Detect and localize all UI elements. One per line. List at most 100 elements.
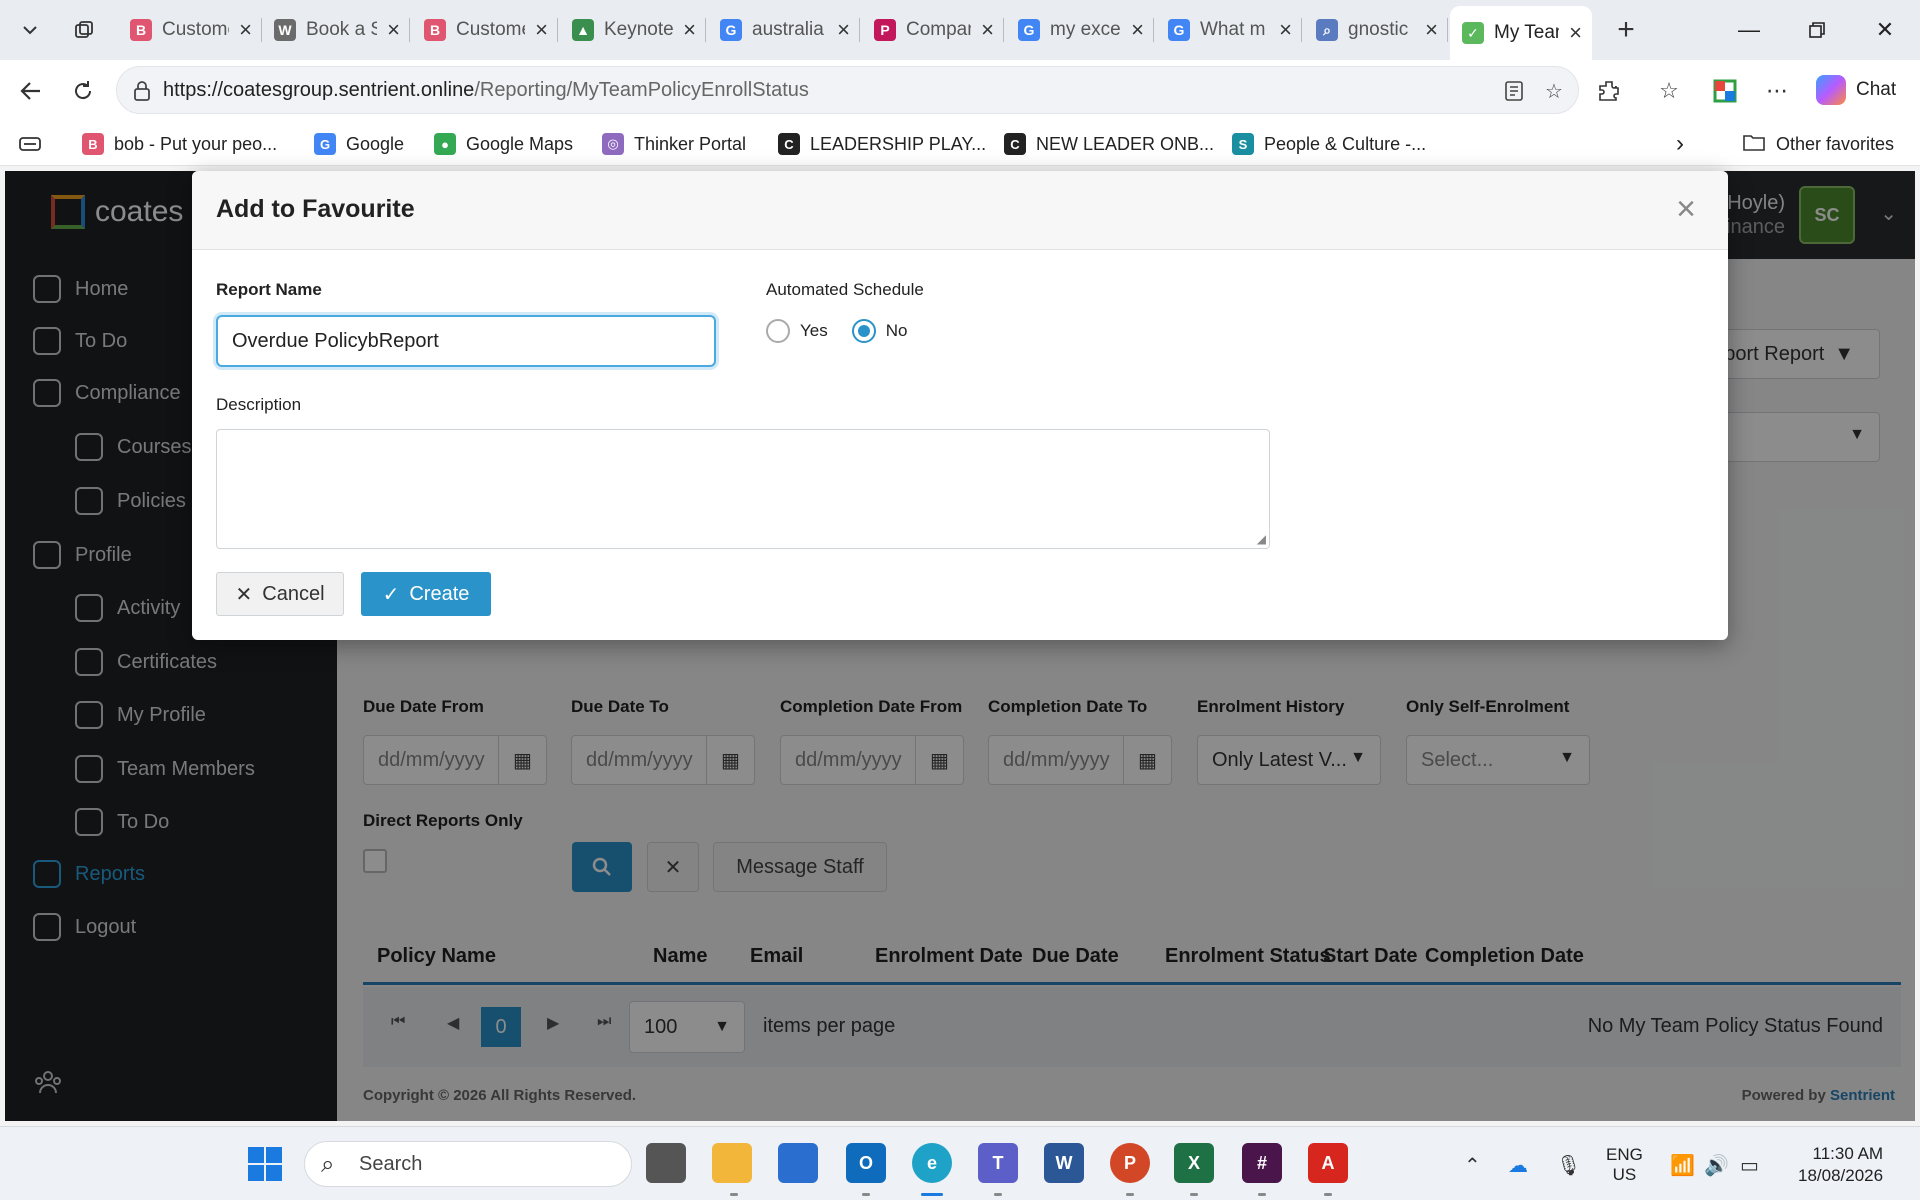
microsoft-store-icon[interactable] xyxy=(778,1143,818,1183)
acrobat-icon[interactable]: A xyxy=(1308,1143,1348,1183)
browser-tab[interactable]: Gmy excel × xyxy=(1006,8,1154,52)
onedrive-icon[interactable]: ☁ xyxy=(1508,1153,1528,1178)
tab-close-icon[interactable]: × xyxy=(1131,17,1144,43)
description-label: Description xyxy=(216,395,302,414)
tab-title: What m xyxy=(1200,19,1266,40)
browser-tab[interactable]: W Book a Se × xyxy=(262,8,410,52)
lang-line1: ENG xyxy=(1606,1145,1643,1164)
new-tab-icon[interactable]: + xyxy=(1606,10,1646,50)
system-clock[interactable]: 11:30 AM 18/08/2026 xyxy=(1798,1143,1883,1187)
tab-close-icon[interactable]: × xyxy=(981,17,994,43)
favorites-icon[interactable]: ☆ xyxy=(1652,74,1686,108)
word-icon[interactable]: W xyxy=(1044,1143,1084,1183)
language-indicator[interactable]: ENG US xyxy=(1606,1145,1643,1185)
tab-close-icon[interactable]: × xyxy=(683,17,696,43)
create-button[interactable]: ✓ Create xyxy=(361,572,491,616)
close-icon[interactable]: × xyxy=(1668,190,1704,228)
slack-icon[interactable]: # xyxy=(1242,1143,1282,1183)
taskbar-search[interactable]: ⌕ Search xyxy=(304,1141,632,1187)
lock-icon[interactable] xyxy=(129,78,155,104)
windows-taskbar: ⌕ Search O e T W P X # A ⌃ ☁ 🎙 ENG US 📶 … xyxy=(0,1126,1920,1200)
tab-close-icon[interactable]: × xyxy=(1425,17,1438,43)
browser-tab[interactable]: ▲ Keynote × xyxy=(560,8,706,52)
browser-tab[interactable]: ⌕ gnostic × xyxy=(1304,8,1448,52)
outlook-icon[interactable]: O xyxy=(846,1143,886,1183)
excel-icon[interactable]: X xyxy=(1174,1143,1214,1183)
tab-close-icon[interactable]: × xyxy=(535,17,548,43)
microphone-icon[interactable]: 🎙 xyxy=(1556,1153,1581,1178)
tab-close-icon[interactable]: × xyxy=(837,17,850,43)
extensions-icon[interactable] xyxy=(1592,74,1626,108)
browser-tab[interactable]: G What m × xyxy=(1156,8,1302,52)
report-name-input[interactable]: Overdue PolicybReport xyxy=(216,315,716,367)
running-indicator xyxy=(994,1193,1002,1196)
bookmark-label: NEW LEADER ONB... xyxy=(1036,133,1215,154)
teams-icon[interactable]: T xyxy=(978,1143,1018,1183)
reader-mode-icon[interactable] xyxy=(1501,78,1527,104)
bookmark-label: Google xyxy=(346,133,405,154)
tab-close-icon[interactable]: × xyxy=(387,17,400,43)
tab-favicon-icon: ▲ xyxy=(572,19,594,41)
tab-separator xyxy=(859,18,860,42)
bookmark-label: Google Maps xyxy=(466,133,574,154)
resize-handle-icon[interactable]: ◢ xyxy=(1257,532,1266,546)
automated-schedule-group: Yes No xyxy=(766,319,907,343)
collections-icon[interactable] xyxy=(1708,74,1742,108)
running-indicator xyxy=(1258,1193,1266,1196)
edge-icon[interactable]: e xyxy=(912,1143,952,1183)
tab-title: my excel xyxy=(1050,19,1122,40)
description-textarea[interactable]: ◢ xyxy=(216,429,1270,549)
battery-icon[interactable]: ▭ xyxy=(1740,1153,1759,1178)
tab-favicon-icon: ⌕ xyxy=(1316,19,1338,41)
bookmark-item[interactable]: C LEADERSHIP PLAY... xyxy=(778,130,986,158)
tab-separator xyxy=(1301,18,1302,42)
bookmark-item[interactable]: ● Google Maps xyxy=(434,130,573,158)
url-field[interactable]: https://coatesgroup.sentrient.online/Rep… xyxy=(116,66,1579,114)
tab-close-icon[interactable]: × xyxy=(1279,17,1292,43)
restore-icon[interactable] xyxy=(1792,10,1842,50)
workspaces-icon[interactable] xyxy=(64,10,104,50)
running-indicator xyxy=(1126,1193,1134,1196)
close-window-icon[interactable]: ✕ xyxy=(1860,10,1910,50)
search-icon: ⌕ xyxy=(321,1151,335,1178)
browser-tab[interactable]: B Customer × xyxy=(118,8,262,52)
tab-actions-menu-icon[interactable] xyxy=(10,10,50,50)
schedule-no-radio[interactable] xyxy=(851,319,876,343)
more-options-icon[interactable]: ⋯ xyxy=(1760,74,1794,108)
browser-tab[interactable]: P Company × xyxy=(862,8,1004,52)
minimize-icon[interactable]: — xyxy=(1724,10,1774,50)
tab-separator xyxy=(557,18,558,42)
show-hidden-icons-icon[interactable]: ⌃ xyxy=(1464,1153,1481,1178)
windows-start-icon[interactable] xyxy=(248,1147,282,1181)
dialog-header: Add to Favourite × xyxy=(192,171,1728,250)
tab-close-icon[interactable]: × xyxy=(1569,20,1582,46)
other-favorites[interactable]: Other favorites xyxy=(1742,130,1894,158)
bookmark-favicon-icon: B xyxy=(82,133,104,155)
volume-icon[interactable]: 🔊 xyxy=(1704,1153,1729,1178)
tab-separator xyxy=(1447,18,1448,42)
tab-action-icon[interactable] xyxy=(18,130,42,158)
tab-title: My Team xyxy=(1494,22,1559,43)
bookmark-item[interactable]: ◎ Thinker Portal xyxy=(602,130,746,158)
back-icon[interactable] xyxy=(10,70,52,112)
browser-tab[interactable]: Gaustralia × xyxy=(708,8,860,52)
file-explorer-icon[interactable] xyxy=(712,1143,752,1183)
cancel-button[interactable]: ✕ Cancel xyxy=(216,572,344,616)
bookmark-item[interactable]: G Google xyxy=(314,130,404,158)
chat-button[interactable]: Chat xyxy=(1806,70,1912,110)
powerpoint-icon[interactable]: P xyxy=(1110,1143,1150,1183)
wifi-icon[interactable]: 📶 xyxy=(1670,1153,1695,1178)
bookmark-item[interactable]: C NEW LEADER ONB... xyxy=(1004,130,1214,158)
bookmark-item[interactable]: S People & Culture -... xyxy=(1232,130,1426,158)
tab-separator xyxy=(1153,18,1154,42)
bookmarks-overflow-icon[interactable]: › xyxy=(1676,130,1684,158)
bookmark-item[interactable]: Bbob - Put your peo... xyxy=(82,130,277,158)
refresh-icon[interactable] xyxy=(62,70,104,112)
favorite-star-icon[interactable]: ☆ xyxy=(1541,78,1567,104)
browser-tab[interactable]: ✓ My Team × xyxy=(1450,6,1592,60)
tab-close-icon[interactable]: × xyxy=(239,17,252,43)
browser-tab[interactable]: B Customer × xyxy=(412,8,558,52)
task-view-icon[interactable] xyxy=(646,1143,686,1183)
schedule-yes-radio[interactable] xyxy=(766,319,790,343)
tab-separator xyxy=(705,18,706,42)
